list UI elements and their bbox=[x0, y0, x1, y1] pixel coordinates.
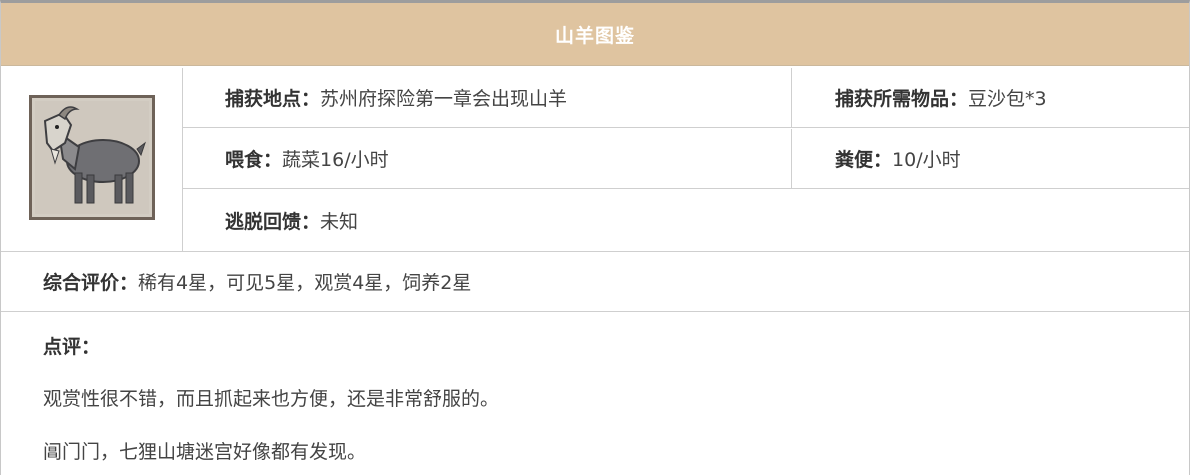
capture-items-value: 豆沙包*3 bbox=[968, 88, 1047, 110]
capture-location-value: 苏州府探险第一章会出现山羊 bbox=[320, 88, 568, 110]
manure-cell: 粪便： 10/小时 bbox=[793, 129, 1189, 188]
card-header: 山羊图鉴 bbox=[1, 3, 1189, 66]
capture-items-label: 捕获所需物品： bbox=[835, 88, 969, 110]
feeding-value: 蔬菜16/小时 bbox=[282, 149, 389, 171]
escape-cell: 逃脱回馈： 未知 bbox=[183, 190, 1189, 251]
info-table: 捕获地点： 苏州府探险第一章会出现山羊 捕获所需物品： 豆沙包*3 喂食： 蔬菜… bbox=[1, 68, 1189, 252]
goat-icon bbox=[29, 95, 155, 220]
capture-location-cell: 捕获地点： 苏州府探险第一章会出现山羊 bbox=[183, 68, 792, 127]
escape-label: 逃脱回馈： bbox=[225, 211, 321, 233]
comment-paragraph: 观赏性很不错，而且抓起来也方便，还是非常舒服的。 bbox=[43, 388, 500, 410]
feeding-label: 喂食： bbox=[225, 149, 283, 171]
escape-value: 未知 bbox=[320, 211, 359, 233]
capture-location-label: 捕获地点： bbox=[225, 88, 321, 110]
info-row-escape: 逃脱回馈： 未知 bbox=[183, 190, 1189, 251]
feeding-cell: 喂食： 蔬菜16/小时 bbox=[183, 129, 792, 188]
avatar-cell bbox=[1, 68, 183, 251]
rating-row: 综合评价： 稀有4星，可见5星，观赏4星，饲养2星 bbox=[1, 252, 1189, 312]
capture-items-cell: 捕获所需物品： 豆沙包*3 bbox=[793, 68, 1189, 127]
manure-label: 粪便： bbox=[835, 149, 893, 171]
comment-paragraph: 阊门门，七狸山塘迷宫好像都有发现。 bbox=[43, 441, 367, 463]
comment-section: 点评： 观赏性很不错，而且抓起来也方便，还是非常舒服的。 阊门门，七狸山塘迷宫好… bbox=[1, 312, 1189, 475]
page-title: 山羊图鉴 bbox=[554, 24, 635, 47]
goat-guide-card: 山羊图鉴 捕获地点： 苏州府探险第一章会出现山羊 捕获所需物品： 豆沙包*3 喂… bbox=[0, 0, 1190, 475]
comment-label: 点评： bbox=[43, 336, 101, 358]
manure-value: 10/小时 bbox=[892, 149, 961, 171]
rating-label: 综合评价： bbox=[43, 272, 139, 294]
info-row-feeding: 喂食： 蔬菜16/小时 粪便： 10/小时 bbox=[183, 129, 1189, 189]
info-row-capture: 捕获地点： 苏州府探险第一章会出现山羊 捕获所需物品： 豆沙包*3 bbox=[183, 68, 1189, 128]
rating-value: 稀有4星，可见5星，观赏4星，饲养2星 bbox=[138, 272, 472, 294]
